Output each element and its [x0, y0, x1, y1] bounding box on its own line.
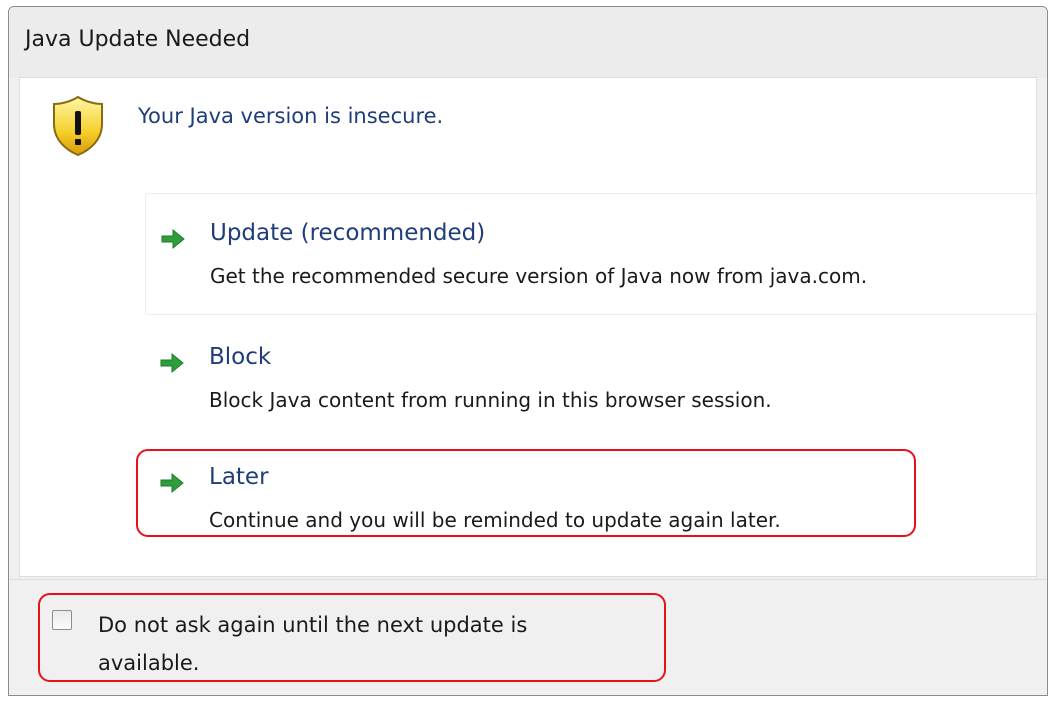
later-option[interactable]: Later Continue and you will be reminded … — [145, 438, 1037, 560]
warning-shield-icon — [50, 94, 106, 158]
block-option-title: Block — [209, 344, 272, 370]
green-arrow-icon — [159, 472, 185, 494]
dialog-title: Java Update Needed — [25, 27, 251, 52]
green-arrow-icon — [160, 228, 186, 250]
do-not-ask-label[interactable]: Do not ask again until the next update i… — [98, 606, 618, 682]
security-message: Your Java version is insecure. — [138, 104, 444, 128]
block-option-description: Block Java content from running in this … — [209, 388, 772, 412]
update-option-title: Update (recommended) — [210, 220, 486, 246]
do-not-ask-checkbox[interactable] — [52, 610, 72, 630]
update-option[interactable]: Update (recommended) Get the recommended… — [145, 193, 1037, 315]
later-option-title: Later — [209, 464, 269, 490]
title-bar: Java Update Needed — [9, 7, 1047, 77]
green-arrow-icon — [159, 352, 185, 374]
later-option-description: Continue and you will be reminded to upd… — [209, 508, 781, 532]
java-update-dialog: Java Update Needed Your Java version is … — [8, 6, 1048, 696]
dialog-content: Your Java version is insecure. Update (r… — [19, 77, 1037, 577]
block-option[interactable]: Block Block Java content from running in… — [145, 318, 1037, 440]
update-option-description: Get the recommended secure version of Ja… — [210, 264, 868, 288]
